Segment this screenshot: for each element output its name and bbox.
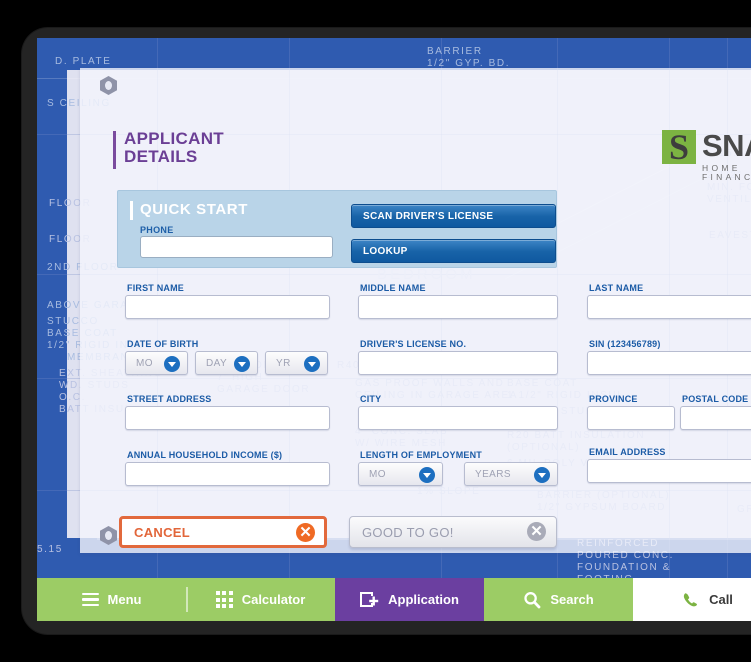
email-address-input[interactable] [587,459,751,483]
first-name-label: FIRST NAME [127,283,184,293]
nav-divider [186,587,188,612]
street-address-label: STREET ADDRESS [127,394,212,404]
panel-bolt-bottom-left [100,526,117,545]
middle-name-input[interactable] [358,295,558,319]
scan-drivers-license-button[interactable]: SCAN DRIVER'S LICENSE [351,204,556,228]
employment-months-value: MO [369,468,386,480]
dob-day-select[interactable]: DAY [195,351,258,375]
good-to-go-button-label: GOOD TO GO! [362,524,454,540]
cancel-button-label: CANCEL [134,524,190,540]
quick-start-panel: QUICK START PHONE SCAN DRIVER'S LICENSE … [117,190,557,268]
drivers-license-label: DRIVER'S LICENSE NO. [360,339,467,349]
tablet-device-frame: BARRIER 1/2" GYP. BD. BEDROOM GAS PROOF … [22,28,751,634]
drivers-license-input[interactable] [358,351,558,375]
nav-item-call-label: Call [709,592,733,607]
blueprint-top-band [37,38,751,70]
panel-bolt-top-left [100,76,117,95]
postal-code-input[interactable] [680,406,751,430]
page-title-line2: DETAILS [124,147,198,166]
nav-item-menu[interactable]: Menu [37,578,186,621]
postal-code-label: POSTAL CODE [682,394,749,404]
province-label: PROVINCE [589,394,638,404]
phone-label: PHONE [140,225,174,235]
magnifier-icon [523,591,541,609]
nav-item-menu-label: Menu [107,592,142,607]
nav-item-search[interactable]: Search [484,578,633,621]
chevron-down-icon [419,467,435,483]
nav-item-application[interactable]: Application [335,578,484,621]
hamburger-menu-icon [81,590,99,610]
snap-logo-mark-icon: S [662,127,696,167]
nav-item-search-label: Search [550,592,594,607]
city-label: CITY [360,394,382,404]
close-circle-icon: ✕ [527,522,546,541]
snap-logo-letter: S [668,127,690,167]
lookup-button[interactable]: LOOKUP [351,239,556,263]
nav-item-calculator[interactable]: Calculator [186,578,335,621]
bottom-navigation-bar: Menu Calculator Application Search Call [37,578,751,621]
quick-start-accent-bar [130,201,133,220]
chevron-down-icon [164,356,180,372]
snap-logo-wordmark: SNAP HOME FINANCE [702,130,751,181]
email-address-label: EMAIL ADDRESS [589,447,666,457]
chevron-down-icon [234,356,250,372]
city-input[interactable] [358,406,558,430]
length-of-employment-label: LENGTH OF EMPLOYMENT [360,450,482,460]
nav-item-calculator-label: Calculator [241,592,306,607]
phone-icon [682,591,700,609]
chevron-down-icon [534,467,550,483]
sin-label: SIN (123456789) [589,339,661,349]
cancel-button[interactable]: CANCEL ✕ [119,516,327,548]
chevron-down-icon [304,356,320,372]
middle-name-label: MIDDLE NAME [360,283,426,293]
good-to-go-button[interactable]: GOOD TO GO! ✕ [349,516,557,548]
title-accent-bar [113,131,116,169]
first-name-input[interactable] [125,295,330,319]
annual-household-income-label: ANNUAL HOUSEHOLD INCOME ($) [127,450,283,460]
employment-months-select[interactable]: MO [358,462,443,486]
tablet-screen: BARRIER 1/2" GYP. BD. BEDROOM GAS PROOF … [37,38,751,621]
snap-home-finance-logo: S SNAP HOME FINANCE [662,127,751,181]
employment-years-select[interactable]: YEARS [464,462,558,486]
phone-input[interactable] [140,236,333,258]
province-input[interactable] [587,406,675,430]
close-circle-icon: ✕ [296,523,315,542]
employment-years-value: YEARS [475,468,511,480]
page-title-line1: APPLICANT [124,129,224,148]
quick-start-title: QUICK START [140,201,248,218]
last-name-input[interactable] [587,295,751,319]
dob-year-select[interactable]: YR [265,351,328,375]
date-of-birth-label: DATE OF BIRTH [127,339,199,349]
grid-calculator-icon [215,591,233,608]
dob-month-value: MO [136,357,153,369]
new-document-icon [360,591,379,608]
nav-item-call[interactable]: Call [633,578,751,621]
dob-month-select[interactable]: MO [125,351,188,375]
last-name-label: LAST NAME [589,283,644,293]
nav-item-application-label: Application [388,592,459,607]
page-title: APPLICANT DETAILS [113,129,224,169]
dob-year-value: YR [276,357,291,369]
dob-day-value: DAY [206,357,228,369]
snap-logo-tagline: HOME FINANCE [702,163,751,182]
annual-household-income-input[interactable] [125,462,330,486]
street-address-input[interactable] [125,406,330,430]
snap-logo-name: SNAP [702,128,751,163]
sin-input[interactable] [587,351,751,375]
